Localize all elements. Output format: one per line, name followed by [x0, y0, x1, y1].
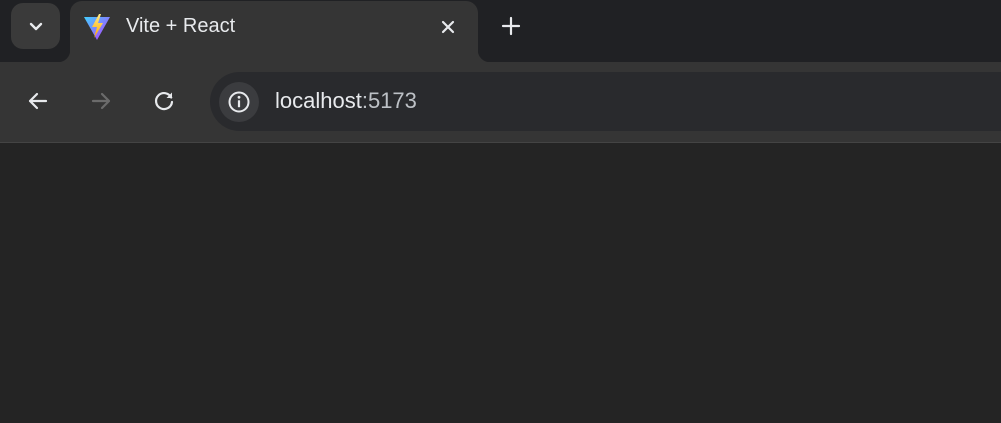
address-bar[interactable]: localhost:5173: [210, 72, 1001, 131]
new-tab-button[interactable]: [494, 9, 528, 43]
tab-search-button[interactable]: [11, 3, 60, 49]
url-host: localhost: [275, 88, 362, 113]
vite-logo-icon: [84, 14, 110, 40]
close-icon: [441, 20, 455, 34]
reload-button[interactable]: [145, 82, 183, 120]
url-text[interactable]: localhost:5173: [275, 88, 417, 114]
forward-button[interactable]: [82, 82, 120, 120]
arrow-right-icon: [91, 92, 111, 110]
url-port: :5173: [361, 88, 417, 113]
browser-titlebar: Vite + React: [0, 0, 1001, 62]
info-icon: [228, 91, 250, 113]
plus-icon: [501, 16, 521, 36]
tab-title: Vite + React: [126, 15, 236, 37]
site-info-button[interactable]: [219, 82, 259, 122]
tab-close-button[interactable]: [432, 11, 464, 43]
back-button[interactable]: [19, 82, 57, 120]
browser-toolbar: localhost:5173: [0, 62, 1001, 143]
page-content: [0, 143, 1001, 423]
reload-icon: [155, 92, 174, 111]
chevron-down-icon: [29, 22, 42, 31]
browser-tab-active[interactable]: Vite + React: [58, 1, 490, 62]
arrow-left-icon: [28, 92, 48, 110]
